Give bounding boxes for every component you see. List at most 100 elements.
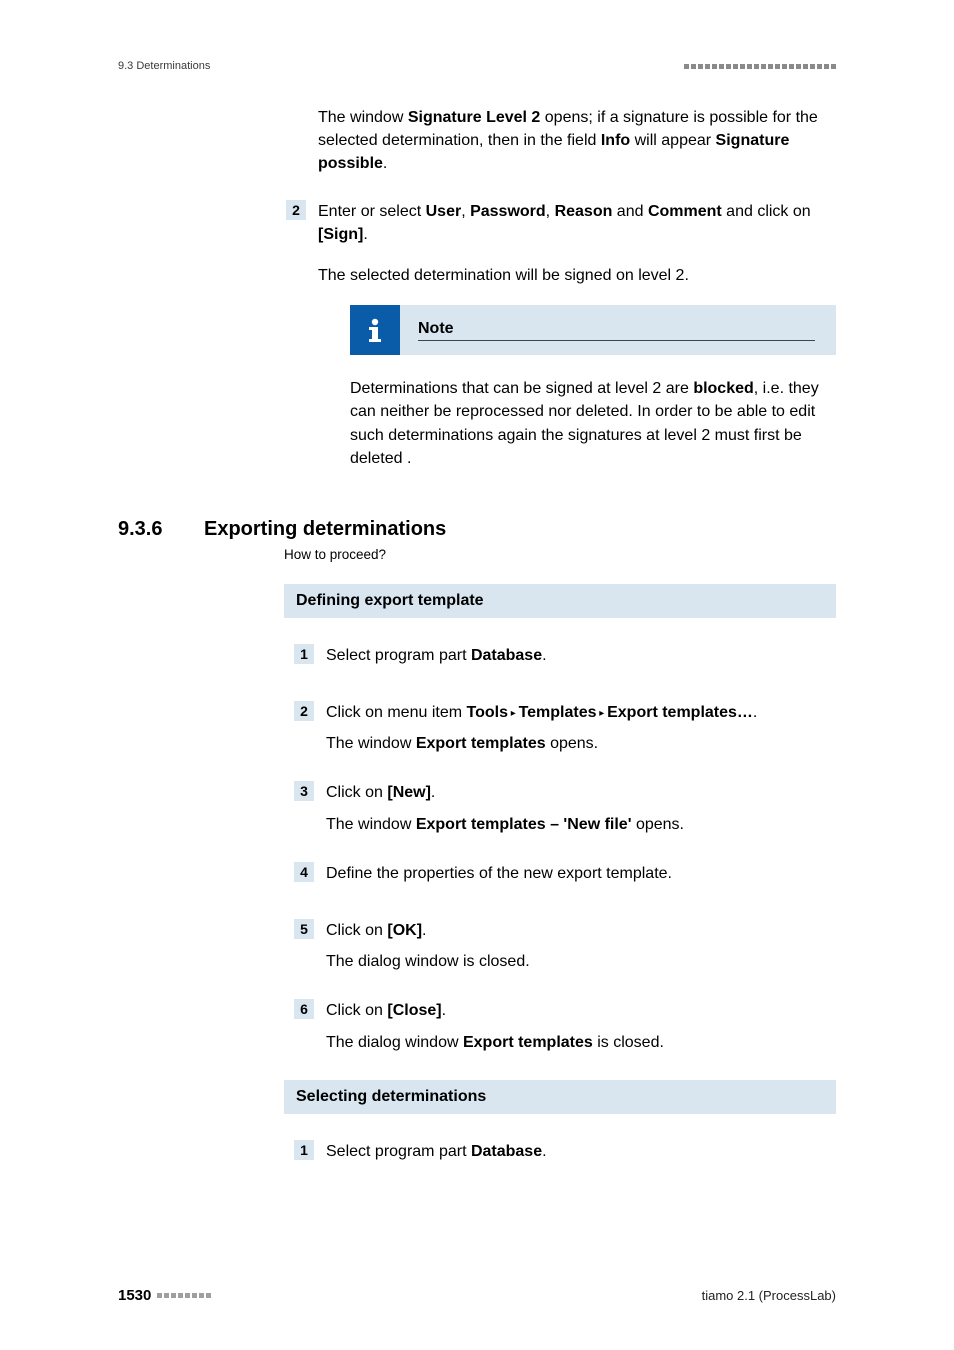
step-instruction: Select program part Database. bbox=[326, 1140, 836, 1163]
text: , bbox=[461, 203, 470, 220]
page: 9.3 Determinations The window Signature … bbox=[0, 0, 954, 1350]
text: , bbox=[546, 203, 555, 220]
page-footer: 1530 tiamo 2.1 (ProcessLab) bbox=[118, 1287, 836, 1304]
text-bold: Comment bbox=[648, 203, 722, 220]
note-header: Note bbox=[350, 305, 836, 355]
section-subtext: How to proceed? bbox=[284, 547, 836, 562]
text: Select program part bbox=[326, 647, 471, 664]
text: The window bbox=[326, 816, 416, 833]
note-title-wrap: Note bbox=[400, 305, 836, 355]
step-2: 2 Click on menu item Tools ▸ Templates ▸… bbox=[294, 701, 836, 755]
text: Select program part bbox=[326, 1143, 471, 1160]
text: and bbox=[612, 203, 648, 220]
menu-separator-icon: ▸ bbox=[597, 708, 608, 719]
text: will appear bbox=[630, 132, 715, 149]
step-2: 2 Enter or select User, Password, Reason… bbox=[286, 200, 836, 470]
step-5: 5 Click on [OK]. The dialog window is cl… bbox=[294, 919, 836, 973]
text: . bbox=[542, 647, 546, 664]
step-1: 1 Select program part Database. bbox=[294, 644, 836, 675]
step-instruction: Click on [Close]. bbox=[326, 999, 836, 1022]
text: Click on bbox=[326, 922, 387, 939]
text-bold: Export templates bbox=[463, 1034, 593, 1051]
text: opens. bbox=[546, 735, 598, 752]
block-title-selecting-determinations: Selecting determinations bbox=[284, 1080, 836, 1114]
section-heading: 9.3.6 Exporting determinations bbox=[118, 518, 836, 541]
text: . bbox=[363, 226, 367, 243]
text: . bbox=[442, 1002, 446, 1019]
text: Determinations that can be signed at lev… bbox=[350, 380, 693, 397]
section-title: Exporting determinations bbox=[204, 518, 446, 541]
section-number: 9.3.6 bbox=[118, 518, 204, 541]
text-bold: Password bbox=[470, 203, 546, 220]
text-bold: Database bbox=[471, 647, 542, 664]
running-header: 9.3 Determinations bbox=[118, 60, 836, 72]
note-body: Determinations that can be signed at lev… bbox=[350, 377, 836, 470]
steps-selecting-determinations: 1 Select program part Database. bbox=[294, 1140, 836, 1171]
step-result: The window Export templates opens. bbox=[326, 732, 836, 755]
note-title: Note bbox=[418, 320, 836, 340]
text-bold: [New] bbox=[387, 784, 431, 801]
step-number: 1 bbox=[294, 644, 314, 664]
step-instruction: Define the properties of the new export … bbox=[326, 862, 836, 885]
step-result: The window Export templates – 'New file'… bbox=[326, 813, 836, 836]
text-bold: Signature Level 2 bbox=[408, 109, 541, 126]
step-number: 5 bbox=[294, 919, 314, 939]
text: is closed. bbox=[593, 1034, 664, 1051]
steps-defining-export-template: 1 Select program part Database. 2 Click … bbox=[294, 644, 836, 1054]
step-result: The dialog window is closed. bbox=[326, 950, 836, 973]
step-number: 4 bbox=[294, 862, 314, 882]
text: . bbox=[431, 784, 435, 801]
footer-decoration bbox=[157, 1293, 211, 1298]
text-bold: blocked bbox=[693, 380, 753, 397]
text: . bbox=[542, 1143, 546, 1160]
page-number: 1530 bbox=[118, 1287, 151, 1304]
text: Click on bbox=[326, 784, 387, 801]
step-3: 3 Click on [New]. The window Export temp… bbox=[294, 781, 836, 835]
text-bold: [Close] bbox=[387, 1002, 441, 1019]
text: Click on bbox=[326, 1002, 387, 1019]
page-number-wrap: 1530 bbox=[118, 1287, 211, 1304]
header-decoration bbox=[684, 64, 836, 69]
step-number: 6 bbox=[294, 999, 314, 1019]
text-bold: Info bbox=[601, 132, 630, 149]
signature-window-paragraph: The window Signature Level 2 opens; if a… bbox=[318, 106, 836, 176]
step-number: 3 bbox=[294, 781, 314, 801]
step-instruction: Select program part Database. bbox=[326, 644, 836, 667]
info-icon bbox=[350, 305, 400, 355]
text: and click on bbox=[722, 203, 811, 220]
text: . bbox=[383, 155, 387, 172]
text-bold: [Sign] bbox=[318, 226, 363, 243]
step-instruction: Click on [New]. bbox=[326, 781, 836, 804]
block-title-defining-export-template: Defining export template bbox=[284, 584, 836, 618]
text-bold: Export templates – 'New file' bbox=[416, 816, 632, 833]
text-bold: Database bbox=[471, 1143, 542, 1160]
text-bold: User bbox=[426, 203, 462, 220]
note-box: Note Determinations that can be signed a… bbox=[350, 305, 836, 470]
text: Click on menu item bbox=[326, 704, 467, 721]
text-bold: Tools bbox=[467, 704, 508, 721]
step-6: 6 Click on [Close]. The dialog window Ex… bbox=[294, 999, 836, 1053]
text: The dialog window bbox=[326, 1034, 463, 1051]
step-instruction: Click on menu item Tools ▸ Templates ▸ E… bbox=[326, 701, 836, 724]
text-bold: Export templates bbox=[416, 735, 546, 752]
text: Enter or select bbox=[318, 203, 426, 220]
step-4: 4 Define the properties of the new expor… bbox=[294, 862, 836, 893]
step-instruction: Enter or select User, Password, Reason a… bbox=[318, 200, 836, 246]
step-body: Enter or select User, Password, Reason a… bbox=[318, 200, 836, 470]
text-bold: Reason bbox=[555, 203, 613, 220]
product-label: tiamo 2.1 (ProcessLab) bbox=[702, 1288, 836, 1303]
step-instruction: Click on [OK]. bbox=[326, 919, 836, 942]
step-1: 1 Select program part Database. bbox=[294, 1140, 836, 1171]
step-number: 1 bbox=[294, 1140, 314, 1160]
text-bold: Export templates… bbox=[607, 704, 753, 721]
content-column: The window Signature Level 2 opens; if a… bbox=[318, 106, 836, 176]
text-bold: Templates bbox=[519, 704, 597, 721]
text: . bbox=[753, 704, 757, 721]
text-bold: [OK] bbox=[387, 922, 422, 939]
section-reference: 9.3 Determinations bbox=[118, 60, 210, 72]
step-number: 2 bbox=[286, 200, 306, 220]
step-result: The dialog window Export templates is cl… bbox=[326, 1031, 836, 1054]
step-result: The selected determination will be signe… bbox=[318, 264, 836, 287]
text: The window bbox=[318, 109, 408, 126]
text: opens. bbox=[632, 816, 684, 833]
